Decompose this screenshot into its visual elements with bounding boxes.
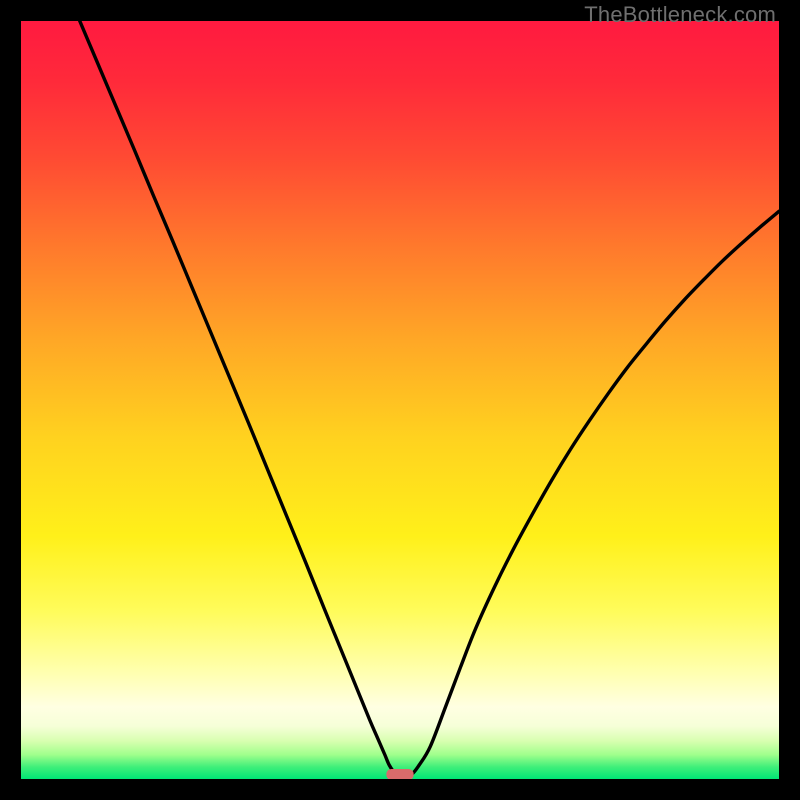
plot-area [21, 21, 779, 779]
chart-frame: TheBottleneck.com [0, 0, 800, 800]
minimum-marker [386, 769, 413, 779]
watermark-text: TheBottleneck.com [584, 2, 776, 28]
bottleneck-curve [21, 21, 779, 779]
